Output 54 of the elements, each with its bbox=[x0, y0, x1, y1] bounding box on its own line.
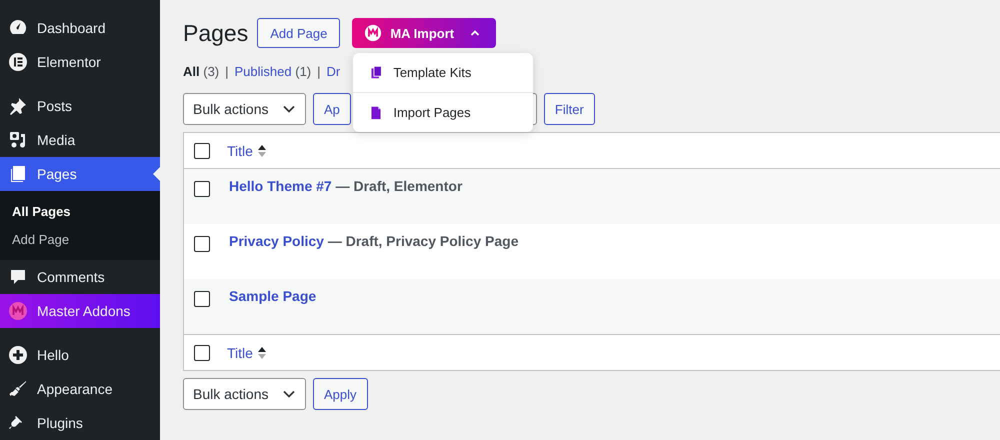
logo-circle-icon bbox=[8, 301, 28, 321]
page-title: Pages bbox=[183, 20, 248, 46]
menu-item[interactable]: Dashboard bbox=[0, 11, 160, 45]
menu-item[interactable]: Pages bbox=[0, 157, 160, 191]
add-page-button[interactable]: Add Page bbox=[257, 18, 340, 48]
caret-icon bbox=[470, 28, 480, 38]
page-title-link[interactable]: Privacy Policy bbox=[229, 233, 324, 249]
pages-icon bbox=[8, 164, 28, 184]
checkbox[interactable] bbox=[194, 236, 210, 252]
import-button[interactable]: MA Import bbox=[352, 18, 496, 48]
checkbox[interactable] bbox=[194, 181, 210, 197]
filter-link[interactable]: Dr bbox=[326, 64, 340, 78]
submenu-item[interactable]: Add Page bbox=[0, 226, 82, 254]
menu-item[interactable]: Media bbox=[0, 123, 160, 157]
media-icon bbox=[8, 130, 28, 150]
brush-icon bbox=[8, 379, 28, 399]
checkbox[interactable] bbox=[194, 291, 210, 307]
caret-icon bbox=[283, 390, 295, 398]
letter-e-circle-icon bbox=[8, 52, 28, 72]
document-icon bbox=[369, 105, 384, 120]
plus-circle-icon bbox=[8, 345, 28, 365]
copy-icon bbox=[369, 65, 384, 80]
menu-item[interactable]: Master Addons bbox=[0, 294, 160, 328]
speech-bubble-icon bbox=[8, 267, 28, 287]
column-header[interactable]: Title bbox=[227, 344, 253, 360]
separator: | bbox=[225, 64, 229, 78]
separator: | bbox=[317, 64, 321, 78]
menu-item[interactable]: Elementor bbox=[0, 45, 160, 79]
sort-icon[interactable] bbox=[258, 346, 266, 360]
column-header[interactable]: Title bbox=[227, 142, 253, 158]
menu-item[interactable]: Appearance bbox=[0, 372, 160, 406]
post-state: — Draft, Elementor bbox=[334, 178, 462, 194]
pin-icon bbox=[8, 96, 28, 116]
apply-button[interactable]: Apply bbox=[313, 378, 368, 410]
bulk-actions-dropdown[interactable]: Bulk actions bbox=[183, 93, 306, 125]
page-title-link[interactable]: Hello Theme #7 bbox=[229, 178, 332, 194]
filter-button[interactable]: Filter bbox=[544, 93, 595, 125]
bulk-actions-dropdown[interactable]: Bulk actions bbox=[183, 378, 306, 410]
checkbox[interactable] bbox=[194, 344, 210, 360]
logo-circle-icon bbox=[364, 24, 382, 42]
menu-item[interactable]: Posts bbox=[0, 89, 160, 123]
menu-item[interactable]: Hello bbox=[0, 338, 160, 372]
sort-icon[interactable] bbox=[258, 144, 266, 158]
apply-button[interactable]: Ap bbox=[313, 93, 351, 125]
post-state: — Draft, Privacy Policy Page bbox=[326, 233, 518, 249]
filter-link[interactable]: Published (1) bbox=[234, 64, 312, 78]
submenu-item[interactable]: All Pages bbox=[0, 198, 83, 226]
menu-item[interactable]: Comments bbox=[0, 260, 160, 294]
caret-icon bbox=[283, 105, 295, 113]
filter-link[interactable]: All (3) bbox=[183, 64, 220, 78]
page-title-link[interactable]: Sample Page bbox=[229, 288, 316, 304]
checkbox[interactable] bbox=[194, 142, 210, 158]
dropdown-item[interactable]: Template Kits bbox=[353, 53, 534, 92]
menu-item[interactable]: Plugins bbox=[0, 406, 160, 440]
